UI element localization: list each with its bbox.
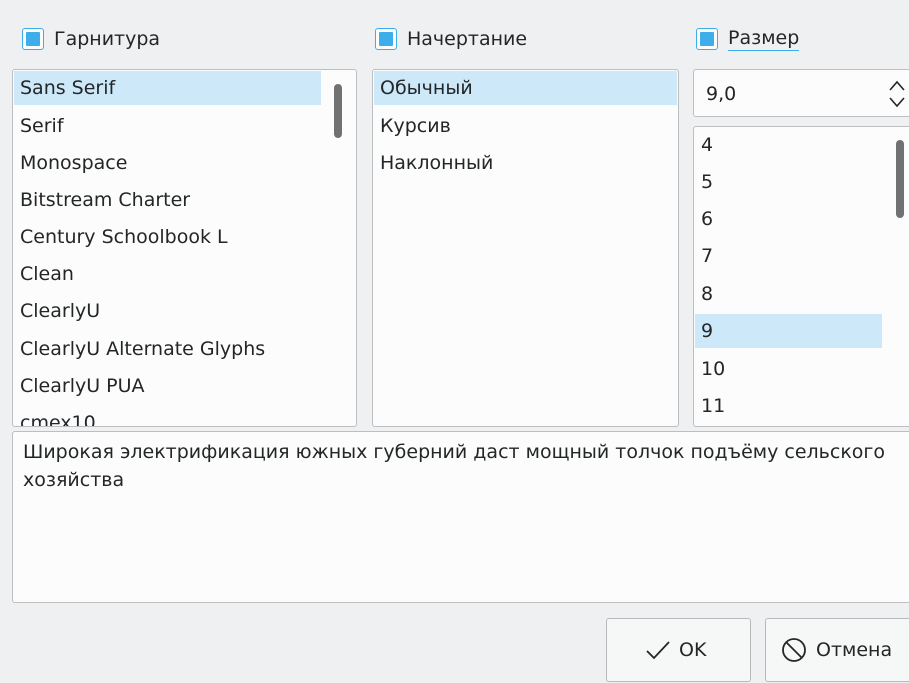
size-scrollbar-handle[interactable] bbox=[896, 140, 904, 218]
size-list-item[interactable]: 8 bbox=[695, 277, 713, 311]
family-list-item[interactable]: Bitstream Charter bbox=[14, 183, 190, 217]
size-list[interactable]: 4 5 6 7 8 9 10 11 bbox=[693, 126, 909, 427]
cancel-button-label: Отмена bbox=[816, 639, 893, 661]
family-list-item[interactable]: ClearlyU Alternate Glyphs bbox=[14, 332, 265, 366]
size-list-item[interactable]: 11 bbox=[695, 389, 725, 423]
family-list-item[interactable]: cmex10 bbox=[14, 406, 96, 426]
family-checkbox[interactable]: Гарнитура bbox=[22, 24, 160, 54]
family-list-item[interactable]: Serif bbox=[14, 109, 64, 143]
preview-text-area[interactable]: Широкая электрификация южных губерний да… bbox=[12, 431, 909, 603]
size-list-item[interactable]: 4 bbox=[695, 128, 713, 162]
size-spinbox-value[interactable]: 9,0 bbox=[706, 70, 736, 118]
size-list-item[interactable]: 6 bbox=[695, 202, 713, 236]
family-list-item[interactable]: Sans Serif bbox=[14, 71, 321, 105]
family-list-item[interactable]: ClearlyU PUA bbox=[14, 369, 145, 403]
family-list[interactable]: Sans Serif Serif Monospace Bitstream Cha… bbox=[12, 69, 357, 427]
cancel-circle-icon bbox=[780, 636, 808, 664]
style-checkbox[interactable]: Начертание bbox=[375, 24, 527, 54]
size-checkbox[interactable]: Размер bbox=[696, 24, 800, 54]
family-list-item[interactable]: Century Schoolbook L bbox=[14, 220, 228, 254]
size-list-item[interactable]: 10 bbox=[695, 352, 725, 386]
cancel-button[interactable]: Отмена bbox=[765, 618, 909, 682]
size-list-item[interactable]: 5 bbox=[695, 165, 713, 199]
family-list-item[interactable]: Monospace bbox=[14, 146, 127, 180]
style-checkbox-box[interactable] bbox=[375, 28, 397, 50]
preview-text: Широкая электрификация южных губерний да… bbox=[23, 441, 886, 491]
family-scrollbar-handle[interactable] bbox=[334, 84, 342, 138]
style-list-item[interactable]: Курсив bbox=[374, 109, 451, 143]
size-checkbox-label: Размер bbox=[728, 27, 800, 51]
size-spinbox[interactable]: 9,0 bbox=[693, 69, 909, 117]
spin-arrows-icon[interactable] bbox=[886, 77, 908, 111]
size-list-item[interactable]: 9 bbox=[695, 314, 882, 348]
ok-button-label: OK bbox=[679, 639, 707, 661]
style-list-item[interactable]: Обычный bbox=[374, 71, 677, 105]
size-list-item[interactable]: 7 bbox=[695, 239, 713, 273]
font-chooser-dialog: Гарнитура Начертание Размер Sans Serif S… bbox=[0, 0, 909, 683]
ok-button[interactable]: OK bbox=[606, 618, 751, 682]
family-checkbox-label: Гарнитура bbox=[54, 28, 161, 50]
style-checkbox-label: Начертание bbox=[407, 28, 528, 50]
size-checkbox-box[interactable] bbox=[696, 28, 718, 50]
family-checkbox-box[interactable] bbox=[22, 28, 44, 50]
family-list-item[interactable]: ClearlyU bbox=[14, 294, 100, 328]
style-list-item[interactable]: Наклонный bbox=[374, 146, 493, 180]
family-list-item[interactable]: Clean bbox=[14, 257, 74, 291]
style-list[interactable]: Обычный Курсив Наклонный bbox=[372, 69, 679, 427]
checkmark-icon bbox=[645, 639, 671, 661]
